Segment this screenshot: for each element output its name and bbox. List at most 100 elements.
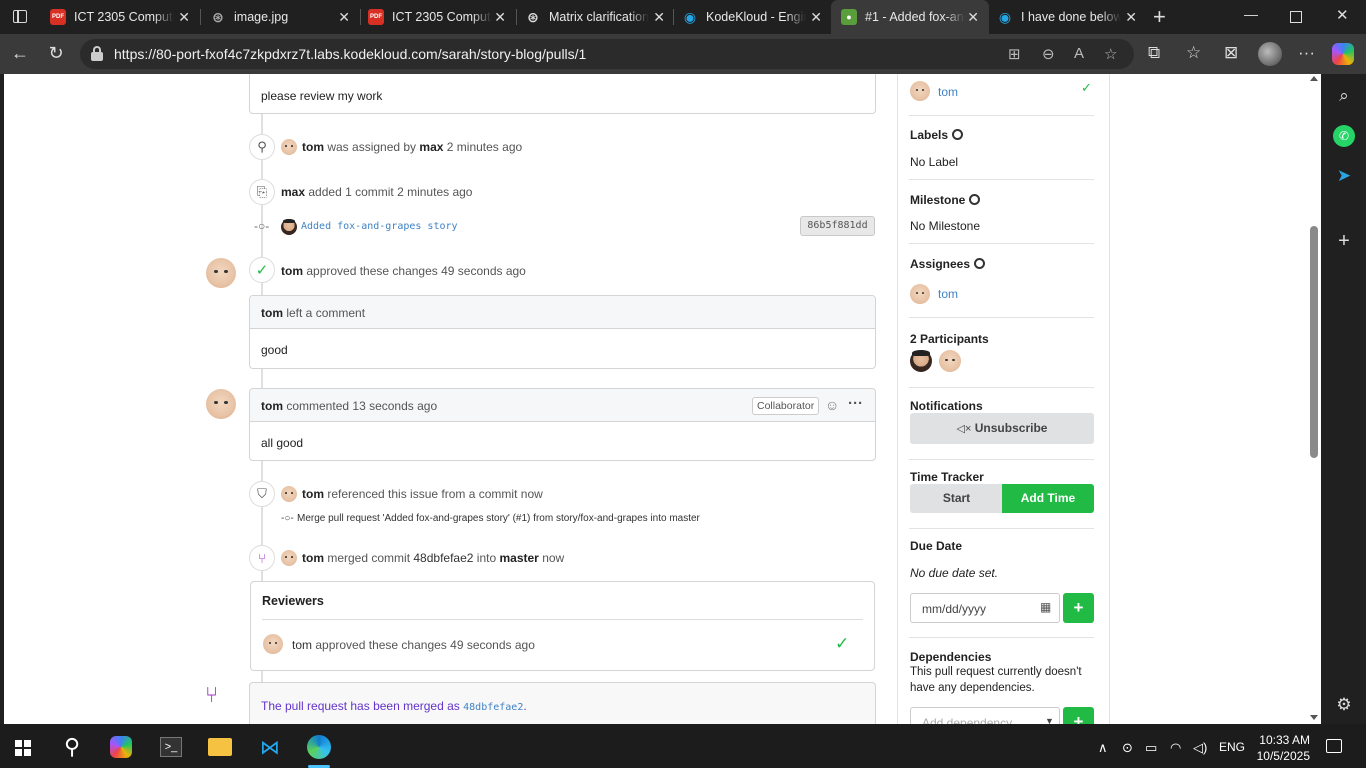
url-text[interactable]: https://80-port-fxof4c7zkpdxrz7t.labs.ko… <box>114 46 586 62</box>
comment-body: all good <box>261 436 304 450</box>
add-icon[interactable]: + <box>1333 230 1355 252</box>
address-bar[interactable]: https://80-port-fxof4c7zkpdxrz7t.labs.ko… <box>80 39 1134 69</box>
unsubscribe-button[interactable]: ◁× Unsubscribe <box>910 413 1094 444</box>
commit-sha-button[interactable]: 86b5f881dd <box>800 216 875 236</box>
avatar[interactable] <box>281 486 297 502</box>
zoom-icon[interactable]: ⊖ <box>1042 45 1055 63</box>
avatar[interactable] <box>910 284 930 304</box>
avatar[interactable] <box>281 139 297 155</box>
windows-start-icon[interactable] <box>15 740 31 756</box>
camera-icon[interactable]: ⊙ <box>1122 740 1133 756</box>
copilot-icon[interactable] <box>110 736 132 758</box>
participant-avatar[interactable] <box>910 350 932 372</box>
assignees-title[interactable]: Assignees <box>910 257 986 271</box>
notifications-icon[interactable] <box>1326 739 1342 753</box>
wifi-icon[interactable]: ◠ <box>1170 740 1181 756</box>
favorite-star-icon[interactable]: ☆ <box>1104 45 1117 63</box>
add-time-button[interactable]: Add Time <box>1002 484 1094 513</box>
close-icon[interactable]: ✕ <box>1125 9 1137 26</box>
scroll-up-icon[interactable] <box>1310 76 1318 81</box>
comment-body-box: please review my work <box>249 74 876 114</box>
chevron-up-icon[interactable]: ∧ <box>1098 740 1108 756</box>
more-options-icon[interactable]: ··· <box>848 395 863 412</box>
back-icon[interactable]: ← <box>9 43 31 64</box>
start-button[interactable]: Start <box>910 484 1003 513</box>
minimize-icon[interactable]: — <box>1244 6 1258 22</box>
reviewer-user-link[interactable]: tom <box>938 85 958 99</box>
read-aloud-icon[interactable]: A <box>1074 45 1084 62</box>
calendar-icon[interactable]: ▦ <box>1040 600 1051 614</box>
page-scrollbar[interactable] <box>1307 74 1321 724</box>
system-clock[interactable]: 10:33 AM 10/5/2025 <box>1254 732 1310 764</box>
avatar[interactable] <box>910 81 930 101</box>
participant-avatar[interactable] <box>939 350 961 372</box>
scroll-down-icon[interactable] <box>1310 715 1318 720</box>
edge-browser-icon[interactable] <box>307 735 331 759</box>
more-menu-icon[interactable]: ··· <box>1298 43 1315 63</box>
clock-date: 10/5/2025 <box>1256 749 1310 763</box>
scroll-thumb[interactable] <box>1310 226 1318 458</box>
reviewers-title: Reviewers <box>262 594 324 608</box>
close-icon[interactable]: ✕ <box>178 9 190 26</box>
tab-4[interactable]: ◉ KodeKloud - Engineer ✕ <box>672 0 832 34</box>
gear-icon[interactable] <box>969 194 981 205</box>
avatar[interactable] <box>263 634 283 654</box>
emoji-reaction-icon[interactable]: ☺ <box>825 397 839 413</box>
avatar[interactable] <box>281 219 297 235</box>
divider <box>909 243 1094 244</box>
add-dependency-button[interactable]: + <box>1063 707 1094 724</box>
plus-icon: + <box>1073 598 1084 617</box>
extensions-icon[interactable]: ⧉ <box>1148 43 1160 63</box>
close-icon[interactable]: ✕ <box>653 9 665 26</box>
copilot-icon[interactable] <box>1332 43 1354 65</box>
referenced-commit-link[interactable]: Merge pull request 'Added fox-and-grapes… <box>297 513 700 524</box>
search-icon[interactable]: ⚲ <box>60 734 84 759</box>
terminal-icon[interactable]: >_ <box>160 737 182 757</box>
labels-title[interactable]: Labels <box>910 128 964 142</box>
bookmark-icon: ⛉ <box>249 481 275 507</box>
new-tab-icon[interactable]: + <box>1153 4 1166 30</box>
language-indicator[interactable]: ENG <box>1219 740 1245 754</box>
vscode-icon[interactable]: ⋈ <box>258 735 282 759</box>
avatar[interactable] <box>206 258 236 288</box>
close-icon[interactable]: ✕ <box>494 9 506 26</box>
due-date-input[interactable]: mm/dd/yyyy ▦ <box>910 593 1060 623</box>
commit-message-link[interactable]: Added fox-and-grapes story <box>301 221 458 232</box>
close-icon[interactable]: ✕ <box>967 9 979 26</box>
assignee-link[interactable]: tom <box>938 287 958 301</box>
gear-icon[interactable] <box>952 129 964 140</box>
settings-gear-icon[interactable]: ⚙ <box>1333 694 1355 716</box>
restore-icon[interactable] <box>1290 11 1302 23</box>
add-due-date-button[interactable]: + <box>1063 593 1094 623</box>
file-explorer-icon[interactable] <box>208 738 232 756</box>
profile-avatar[interactable] <box>1258 42 1282 66</box>
volume-icon[interactable]: ◁) <box>1193 740 1207 756</box>
close-window-icon[interactable]: ✕ <box>1336 6 1349 24</box>
tab-6[interactable]: ◉ I have done below ✕ <box>987 0 1147 34</box>
avatar[interactable] <box>206 389 236 419</box>
reviewer-entry: tom approved these changes 49 seconds ag… <box>292 638 535 652</box>
milestone-title[interactable]: Milestone <box>910 193 981 207</box>
lock-icon[interactable] <box>90 46 104 62</box>
tab-5-active[interactable]: ● #1 - Added fox-and-grapes ✕ <box>831 0 989 34</box>
battery-icon[interactable]: ▭ <box>1145 740 1157 756</box>
add-dependency-dropdown[interactable]: Add dependency... ▼ <box>910 707 1060 724</box>
tab-0[interactable]: PDF ICT 2305 Computational ✕ <box>40 0 200 34</box>
avatar[interactable] <box>281 550 297 566</box>
tab-1[interactable]: ⊛ image.jpg ✕ <box>200 0 360 34</box>
tab-2[interactable]: PDF ICT 2305 Computational ✕ <box>358 0 516 34</box>
close-icon[interactable]: ✕ <box>810 9 822 26</box>
refresh-icon[interactable]: ↻ <box>45 43 67 64</box>
app-available-icon[interactable]: ⊞ <box>1008 45 1021 63</box>
collections-icon[interactable]: ⊠ <box>1224 43 1238 63</box>
search-icon[interactable]: ⌕ <box>1333 85 1355 107</box>
comment-box: tom commented 13 seconds ago Collaborato… <box>249 388 876 461</box>
whatsapp-icon[interactable]: ✆ <box>1333 125 1355 147</box>
telegram-icon[interactable]: ➤ <box>1333 165 1355 187</box>
favorites-icon[interactable]: ☆ <box>1186 43 1201 63</box>
tab-actions-icon[interactable] <box>8 6 32 28</box>
tab-3[interactable]: ⊛ Matrix clarification ✕ <box>515 0 675 34</box>
gear-icon[interactable] <box>974 258 986 269</box>
close-icon[interactable]: ✕ <box>338 9 350 26</box>
time-tracker-title: Time Tracker <box>910 470 984 484</box>
